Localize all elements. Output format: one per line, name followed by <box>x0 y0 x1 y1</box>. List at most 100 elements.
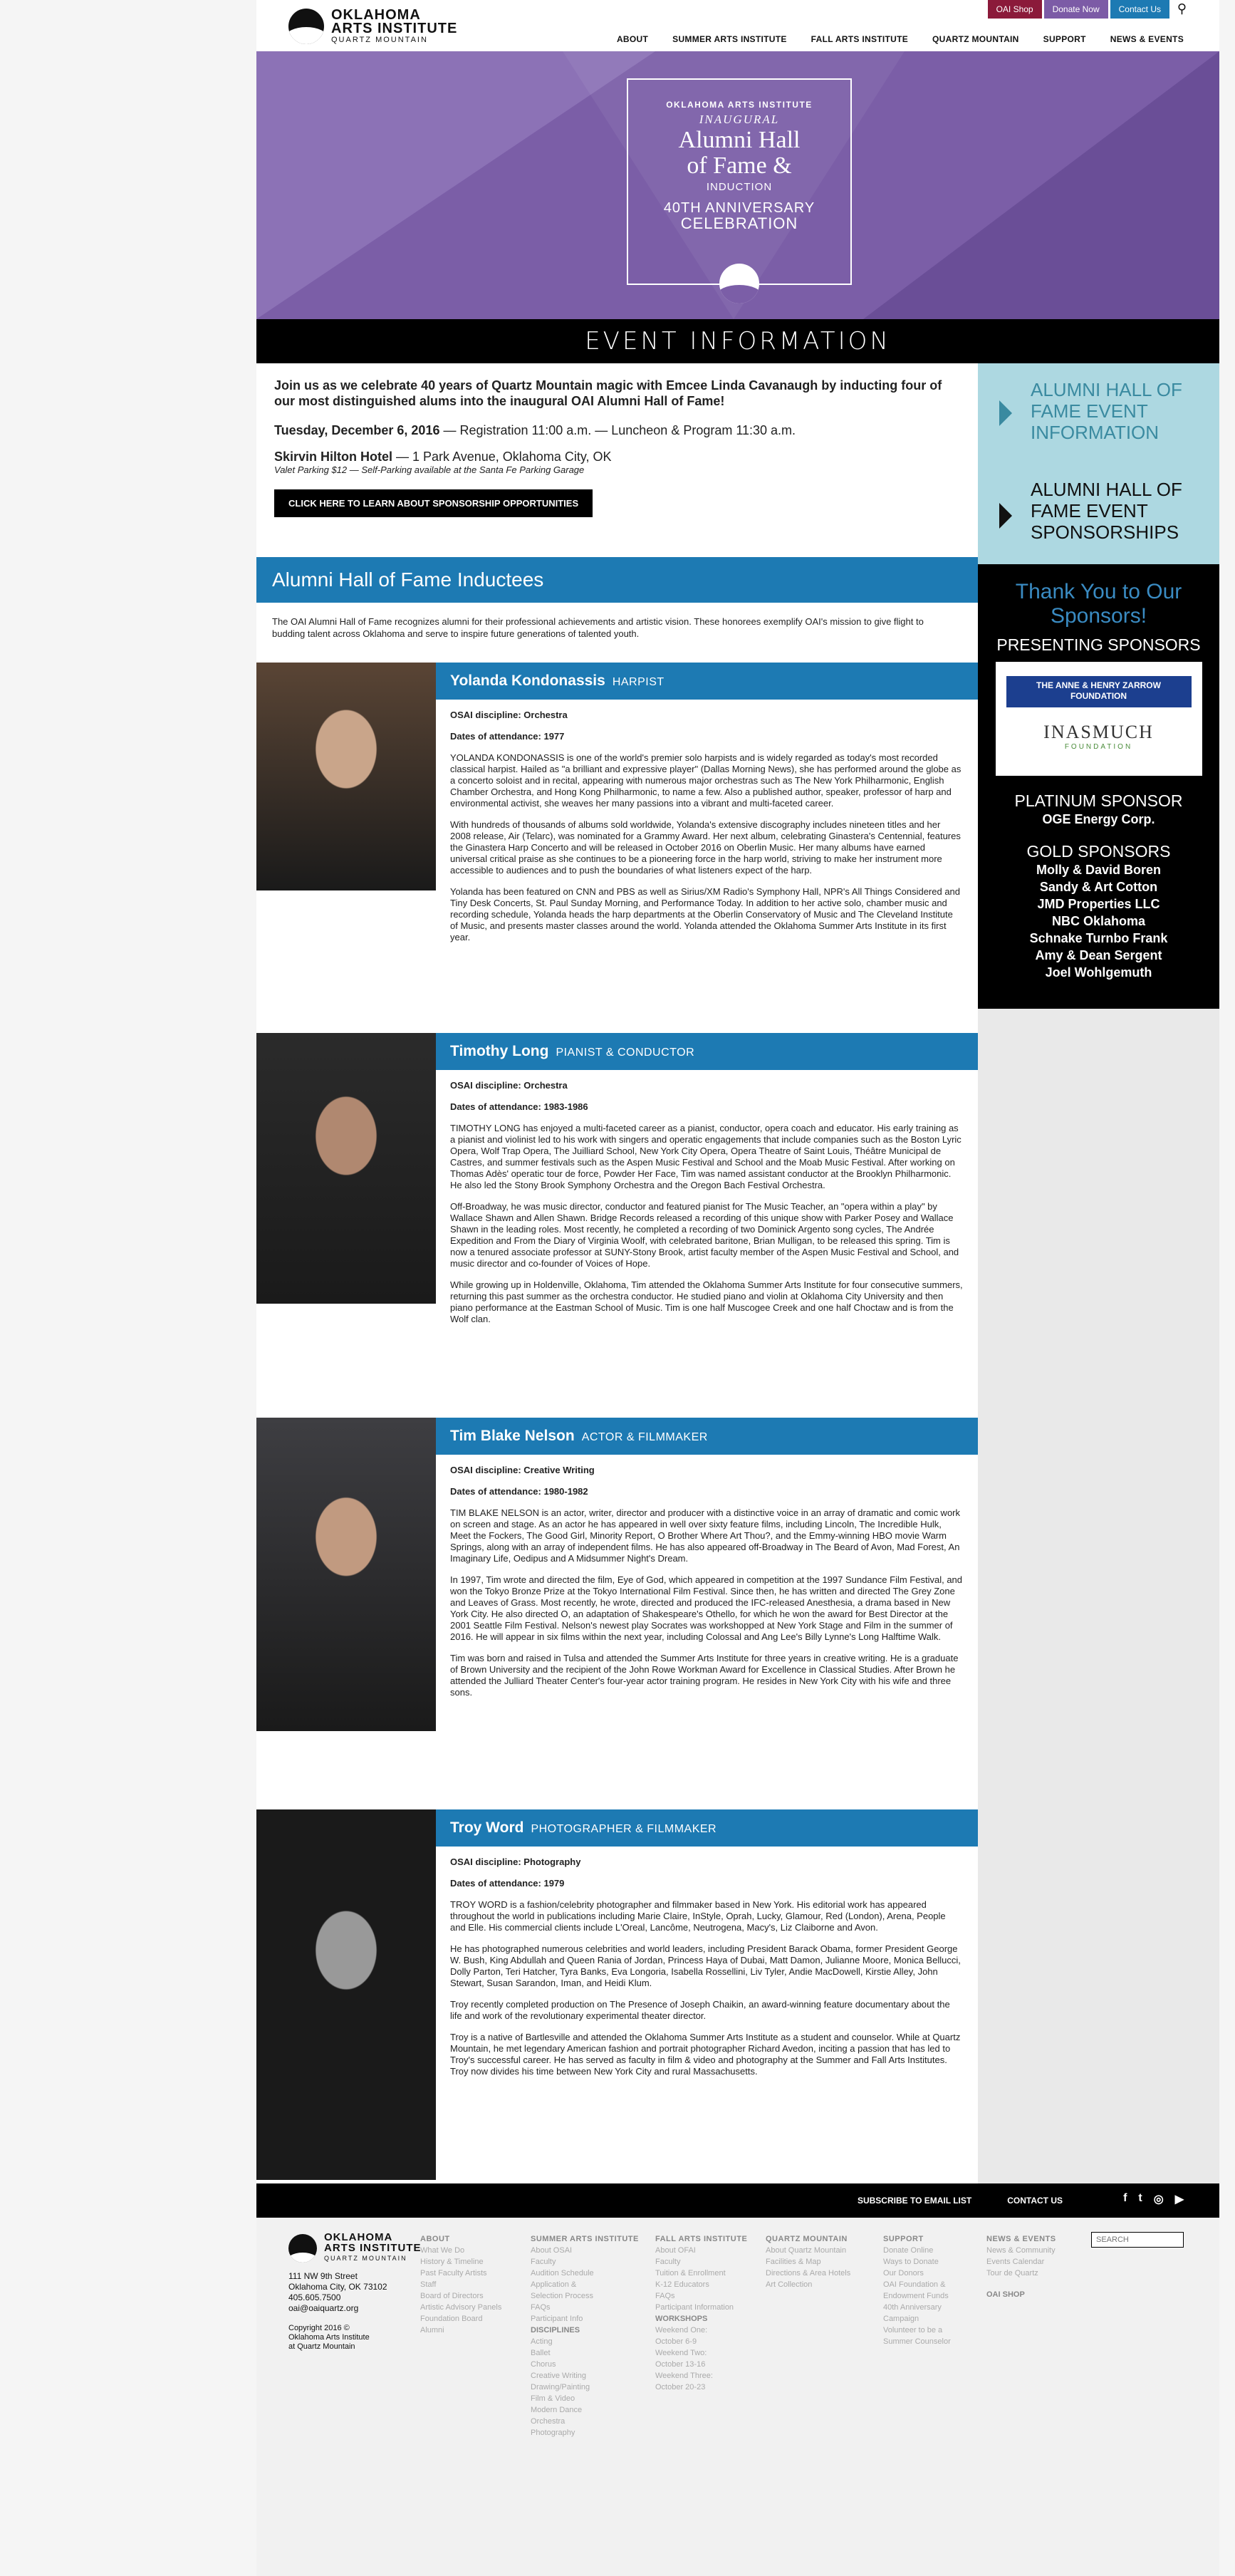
footer-link[interactable]: Artistic Advisory Panels <box>420 2302 501 2313</box>
site-logo[interactable]: OKLAHOMA ARTS INSTITUTE QUARTZ MOUNTAIN <box>288 8 457 44</box>
gold-sponsor-name: Joel Wohlgemuth <box>1045 965 1152 980</box>
footer-link[interactable]: FAQs <box>655 2290 747 2302</box>
footer-link[interactable]: Campaign <box>883 2313 951 2325</box>
gold-sponsors-heading: GOLD SPONSORS <box>1026 842 1171 861</box>
footer-link[interactable]: Photography <box>531 2427 639 2439</box>
footer-link[interactable]: Endowment Funds <box>883 2290 951 2302</box>
footer-link-subscribe-to-email-list[interactable]: SUBSCRIBE TO EMAIL LIST <box>858 2196 971 2206</box>
top-button-contact-us[interactable]: Contact Us <box>1110 0 1169 19</box>
footer-link[interactable]: Film & Video <box>531 2393 639 2404</box>
footer-link[interactable]: Art Collection <box>766 2279 850 2290</box>
footer-link[interactable]: History & Timeline <box>420 2256 501 2268</box>
footer-link[interactable]: Our Donors <box>883 2268 951 2279</box>
footer-link[interactable]: Facilities & Map <box>766 2256 850 2268</box>
footer-link[interactable]: Weekend Three: <box>655 2370 747 2382</box>
nav-item-summer-arts-institute[interactable]: SUMMER ARTS INSTITUTE <box>672 34 787 44</box>
footer-link[interactable]: Drawing/Painting <box>531 2382 639 2393</box>
footer-link[interactable]: Directions & Area Hotels <box>766 2268 850 2279</box>
footer-link[interactable]: DISCIPLINES <box>531 2325 639 2336</box>
intro-lead: Join us as we celebrate 40 years of Quar… <box>274 378 942 408</box>
footer-link[interactable]: Staff <box>420 2279 501 2290</box>
footer-col-heading[interactable]: FALL ARTS INSTITUTE <box>655 2233 747 2245</box>
footer-search-input[interactable] <box>1091 2232 1184 2248</box>
footer-col-heading[interactable]: SUMMER ARTS INSTITUTE <box>531 2233 639 2245</box>
footer-link[interactable]: Summer Counselor <box>883 2336 951 2347</box>
inductee-bio: OSAI discipline: Orchestra Dates of atten… <box>450 710 963 953</box>
nav-item-support[interactable]: SUPPORT <box>1043 34 1086 44</box>
youtube-icon[interactable]: ▶ <box>1175 2192 1184 2206</box>
footer-link[interactable]: October 20-23 <box>655 2382 747 2393</box>
sidebar-item-event-sponsorships[interactable]: ALUMNI HALL OF FAME EVENT SPONSORSHIPS <box>978 463 1219 564</box>
nav-item-news-events[interactable]: NEWS & EVENTS <box>1110 34 1184 44</box>
footer-link[interactable]: FAQs <box>531 2302 639 2313</box>
footer-link[interactable]: Creative Writing <box>531 2370 639 2382</box>
footer-link[interactable]: October 13-16 <box>655 2359 747 2370</box>
footer-link[interactable]: Chorus <box>531 2359 639 2370</box>
facebook-icon[interactable]: f <box>1123 2192 1127 2206</box>
footer-link[interactable]: About OFAI <box>655 2245 747 2256</box>
footer-link[interactable]: K-12 Educators <box>655 2279 747 2290</box>
footer-copyright-line: Oklahoma Arts Institute <box>288 2333 370 2342</box>
footer-link[interactable]: Weekend One: <box>655 2325 747 2336</box>
footer-link[interactable]: October 6-9 <box>655 2336 747 2347</box>
footer-link[interactable]: Orchestra <box>531 2416 639 2427</box>
top-button-donate-now[interactable]: Donate Now <box>1043 0 1108 19</box>
footer-link[interactable]: Volunteer to be a <box>883 2325 951 2336</box>
footer-col-heading[interactable]: NEWS & EVENTS <box>986 2233 1056 2245</box>
bio-paragraph: Troy is a native of Bartlesville and att… <box>450 2032 961 2077</box>
footer-link[interactable]: Weekend Two: <box>655 2347 747 2359</box>
footer-link[interactable]: Events Calendar <box>986 2256 1056 2268</box>
footer-link[interactable] <box>986 2279 1056 2289</box>
nav-item-fall-arts-institute[interactable]: FALL ARTS INSTITUTE <box>811 34 908 44</box>
footer-link[interactable]: Alumni <box>420 2325 501 2336</box>
footer-link[interactable]: Modern Dance <box>531 2404 639 2416</box>
footer-link[interactable]: What We Do <box>420 2245 501 2256</box>
footer-col-heading[interactable]: ABOUT <box>420 2233 501 2245</box>
footer-link[interactable]: Past Faculty Artists <box>420 2268 501 2279</box>
footer-link[interactable]: Selection Process <box>531 2290 639 2302</box>
footer-link[interactable]: Tuition & Enrollment <box>655 2268 747 2279</box>
nav-item-about[interactable]: ABOUT <box>617 34 648 44</box>
footer-link[interactable]: Board of Directors <box>420 2290 501 2302</box>
footer-link-contact-us[interactable]: CONTACT US <box>1007 2196 1063 2206</box>
footer-link[interactable]: Participant Information <box>655 2302 747 2313</box>
inductee-discipline: OSAI discipline: Creative Writing <box>450 1465 595 1475</box>
inductee-header: Yolanda Kondonassis HARPIST <box>436 663 978 700</box>
twitter-icon[interactable]: t <box>1138 2192 1142 2206</box>
footer-col-heading[interactable]: SUPPORT <box>883 2233 951 2245</box>
sponsorship-button[interactable]: CLICK HERE TO LEARN ABOUT SPONSORSHIP OP… <box>274 489 593 517</box>
footer-link[interactable]: Tour de Quartz <box>986 2268 1056 2279</box>
inductee-role: HARPIST <box>612 676 665 688</box>
search-icon[interactable]: ⚲ <box>1177 1 1187 16</box>
footer-link[interactable]: OAI Foundation & <box>883 2279 951 2290</box>
footer-link[interactable]: News & Community <box>986 2245 1056 2256</box>
instagram-icon[interactable]: ◎ <box>1154 2192 1164 2206</box>
footer-link[interactable]: 40th Anniversary <box>883 2302 951 2313</box>
footer-link[interactable]: Audition Schedule <box>531 2268 639 2279</box>
bio-paragraph: In 1997, Tim wrote and directed the film… <box>450 1574 963 1642</box>
hero-mountain-icon <box>719 264 759 303</box>
footer-link[interactable]: Foundation Board <box>420 2313 501 2325</box>
footer-col-heading[interactable]: QUARTZ MOUNTAIN <box>766 2233 850 2245</box>
top-button-oai-shop[interactable]: OAI Shop <box>987 0 1042 19</box>
footer-link[interactable]: Faculty <box>531 2256 639 2268</box>
footer-address-line[interactable]: oai@oaiquartz.org <box>288 2303 422 2314</box>
footer-link[interactable]: Application & <box>531 2279 639 2290</box>
footer-logo[interactable]: OKLAHOMA ARTS INSTITUTE QUARTZ MOUNTAIN <box>288 2232 422 2264</box>
nav-item-quartz-mountain[interactable]: QUARTZ MOUNTAIN <box>932 34 1019 44</box>
footer-link[interactable]: OAI SHOP <box>986 2289 1056 2300</box>
footer-link[interactable]: Faculty <box>655 2256 747 2268</box>
hero-title-box: OKLAHOMA ARTS INSTITUTE INAUGURAL Alumni… <box>627 78 852 285</box>
footer-link[interactable]: Participant Info <box>531 2313 639 2325</box>
sidebar-item-event-information[interactable]: ALUMNI HALL OF FAME EVENT INFORMATION <box>978 363 1219 463</box>
inductee-dates: Dates of attendance: 1980-1982 <box>450 1486 588 1497</box>
footer-link[interactable]: Ways to Donate <box>883 2256 951 2268</box>
platinum-sponsor-heading: PLATINUM SPONSOR <box>1014 791 1183 810</box>
footer-link[interactable]: Donate Online <box>883 2245 951 2256</box>
footer-link[interactable]: About OSAI <box>531 2245 639 2256</box>
footer-link[interactable]: WORKSHOPS <box>655 2313 747 2325</box>
event-intro: Join us as we celebrate 40 years of Quar… <box>274 378 958 517</box>
footer-link[interactable]: About Quartz Mountain <box>766 2245 850 2256</box>
footer-link[interactable]: Ballet <box>531 2347 639 2359</box>
footer-link[interactable]: Acting <box>531 2336 639 2347</box>
